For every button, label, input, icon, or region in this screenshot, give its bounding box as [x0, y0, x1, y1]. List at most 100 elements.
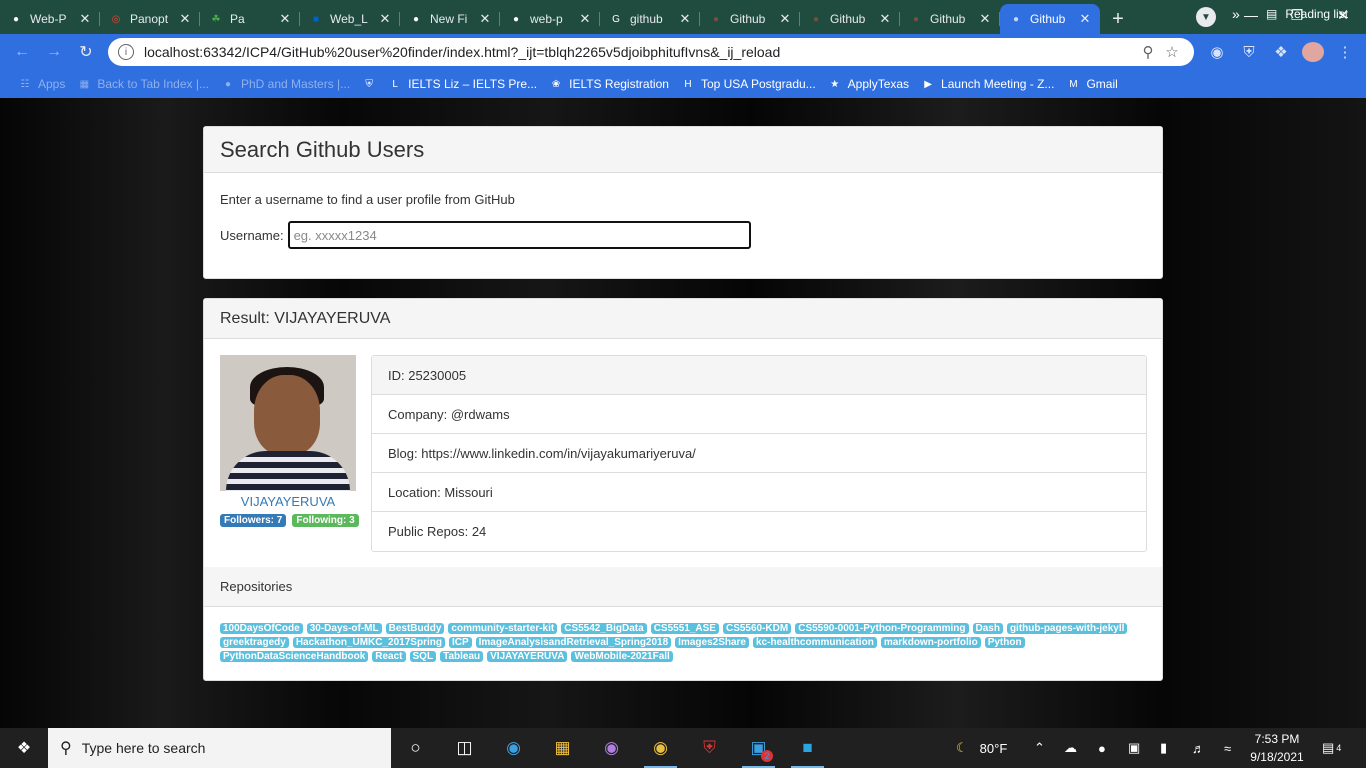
profile-avatar-icon[interactable]	[1302, 42, 1324, 62]
user-info-list: ID: 25230005 Company: @rdwams Blog: https:…	[371, 355, 1147, 552]
mcafee-icon[interactable]: ⛨	[685, 728, 734, 768]
reading-list-button[interactable]: ▤ Reading list	[1266, 7, 1348, 21]
menu-kebab-icon[interactable]: ⋮	[1334, 42, 1356, 62]
username-input[interactable]	[287, 221, 751, 249]
close-tab-icon[interactable]: ✕	[378, 11, 392, 27]
repo-badge: Hackathon_UMKC_2017Spring	[292, 637, 445, 648]
repo-badge: BestBuddy	[385, 623, 445, 634]
forward-button[interactable]: →	[38, 38, 70, 66]
browser-tab[interactable]: ● Web-P ✕	[0, 4, 100, 34]
gmail-icon: M	[1069, 78, 1078, 90]
globe-icon: ●	[912, 13, 920, 25]
tab-title: web-p	[530, 12, 563, 26]
bookmark-label: Back to Tab Index |...	[97, 77, 209, 91]
system-clock[interactable]: 7:53 PM 9/18/2021	[1248, 730, 1306, 766]
cortana-icon[interactable]: ○	[391, 728, 440, 768]
username-label: Username:	[220, 227, 284, 243]
webstorm-icon[interactable]: ■	[783, 728, 832, 768]
bookmark-item[interactable]: M Gmail	[1060, 77, 1123, 91]
browser-tab[interactable]: ● Github ✕	[900, 4, 1000, 34]
bookmark-item[interactable]: ★ ApplyTexas	[822, 77, 915, 91]
site-info-icon[interactable]: i	[118, 44, 134, 60]
display-icon[interactable]: ▣	[1128, 728, 1140, 768]
repo-badge: SQL	[409, 651, 437, 662]
repo-badge: ImageAnalysisandRetrieval_Spring2018	[475, 637, 672, 648]
close-tab-icon[interactable]: ✕	[878, 11, 892, 27]
browser-tab[interactable]: ☘ Pa ✕	[200, 4, 300, 34]
teams-chat-icon[interactable]: ▣ 2	[734, 728, 783, 768]
extensions-puzzle-icon[interactable]: ❖	[1270, 42, 1292, 62]
reading-list-label: Reading list	[1285, 7, 1349, 21]
browser-tab[interactable]: ● Github ✕	[800, 4, 900, 34]
close-tab-icon[interactable]: ✕	[578, 11, 592, 27]
browser-tab[interactable]: ● Github ✕	[700, 4, 800, 34]
close-tab-icon[interactable]: ✕	[1078, 11, 1092, 27]
address-bar[interactable]: i localhost:63342/ICP4/GitHub%20user%20f…	[108, 38, 1194, 66]
file-explorer-icon[interactable]: ▦	[538, 728, 587, 768]
notification-count: 4	[1336, 743, 1342, 753]
close-tab-icon[interactable]: ✕	[778, 11, 792, 27]
bookmark-item[interactable]: ⛨	[356, 77, 382, 91]
bookmark-item[interactable]: ▶ Launch Meeting - Z...	[915, 77, 1060, 91]
repo-badge: greektragedy	[220, 637, 289, 648]
browser-tab[interactable]: ◎ Panopt ✕	[100, 4, 200, 34]
close-tab-icon[interactable]: ✕	[78, 11, 92, 27]
close-tab-icon[interactable]: ✕	[678, 11, 692, 27]
notification-icon: ▤	[1322, 740, 1335, 755]
browser-tab[interactable]: Ggithub ✕	[600, 4, 700, 34]
bookmark-label: IELTS Registration	[569, 77, 669, 91]
flower-icon: ❀	[551, 78, 561, 90]
edge-icon[interactable]: ◉	[489, 728, 538, 768]
close-tab-icon[interactable]: ✕	[978, 11, 992, 27]
repo-badge: CS5590-0001-Python-Programming	[795, 623, 969, 634]
bookmark-item[interactable]: H Top USA Postgradu...	[675, 77, 822, 91]
extension-shield-icon[interactable]: ⛨	[1238, 42, 1260, 62]
clock-date: 9/18/2021	[1250, 750, 1304, 764]
browser-tab[interactable]: ● Github ✕	[1000, 4, 1100, 34]
volume-icon[interactable]: ♬	[1192, 728, 1205, 768]
bookmark-item[interactable]: L IELTS Liz – IELTS Pre...	[382, 77, 543, 91]
apps-icon: ☷	[20, 78, 30, 90]
github-icon: ●	[412, 13, 420, 25]
browser-tab[interactable]: ■ Web_L ✕	[300, 4, 400, 34]
taskbar-search-box[interactable]: ⚲ Type here to search	[48, 728, 391, 768]
weather-widget[interactable]: ☾ 80°F	[956, 728, 1007, 768]
bookmark-star-icon[interactable]: ☆	[1160, 43, 1184, 61]
github-desktop-icon[interactable]: ◉	[587, 728, 636, 768]
start-button[interactable]: ❖	[0, 728, 48, 768]
notification-center-button[interactable]: ▤ 4	[1322, 728, 1341, 768]
chrome-icon[interactable]: ◉	[636, 728, 685, 768]
more-bookmarks-icon[interactable]: »	[1232, 6, 1240, 22]
bookmark-item[interactable]: ☷ Apps	[12, 77, 71, 91]
search-icon: ⚲	[60, 740, 72, 757]
repo-badge: github-pages-with-jekyll	[1006, 623, 1128, 634]
close-tab-icon[interactable]: ✕	[178, 11, 192, 27]
back-button[interactable]: ←	[6, 38, 38, 66]
microphone-icon[interactable]: ●	[1098, 728, 1106, 768]
bookmark-item[interactable]: ▦ Back to Tab Index |...	[71, 77, 215, 91]
close-tab-icon[interactable]: ✕	[478, 11, 492, 27]
bookmark-item[interactable]: ● PhD and Masters |...	[215, 77, 356, 91]
user-login-link[interactable]: VIJAYAYERUVA	[220, 494, 356, 509]
bookmark-item[interactable]: ❀ IELTS Registration	[543, 77, 675, 91]
task-view-icon[interactable]: ◫	[440, 728, 489, 768]
onedrive-icon[interactable]: ☁	[1064, 728, 1077, 768]
following-badge: Following: 3	[292, 514, 359, 527]
close-tab-icon[interactable]: ✕	[278, 11, 292, 27]
weather-temp: 80°F	[979, 740, 1008, 756]
reload-button[interactable]: ↻	[70, 38, 102, 66]
browser-tab[interactable]: ● web-p ✕	[500, 4, 600, 34]
browser-tab[interactable]: ● New Fi ✕	[400, 4, 500, 34]
google-icon: G	[612, 13, 620, 25]
teams-badge: 2	[761, 750, 773, 762]
wifi-icon[interactable]: ≈	[1224, 728, 1231, 768]
page-content: Search Github Users Enter a username to …	[0, 98, 1366, 728]
repository-list: 100DaysOfCode 30-Days-of-ML BestBuddy commu…	[220, 623, 1140, 662]
show-hidden-icons[interactable]: ⌃	[1034, 728, 1045, 768]
extension-glasses-icon[interactable]: ◉	[1206, 42, 1228, 62]
tab-search-dropdown-icon[interactable]: ▼	[1196, 7, 1216, 27]
zoom-icon[interactable]: ⚲	[1136, 43, 1160, 61]
battery-icon[interactable]: ▮	[1160, 728, 1167, 768]
tab-title: Github	[830, 12, 866, 26]
new-tab-button[interactable]: +	[1100, 4, 1136, 34]
